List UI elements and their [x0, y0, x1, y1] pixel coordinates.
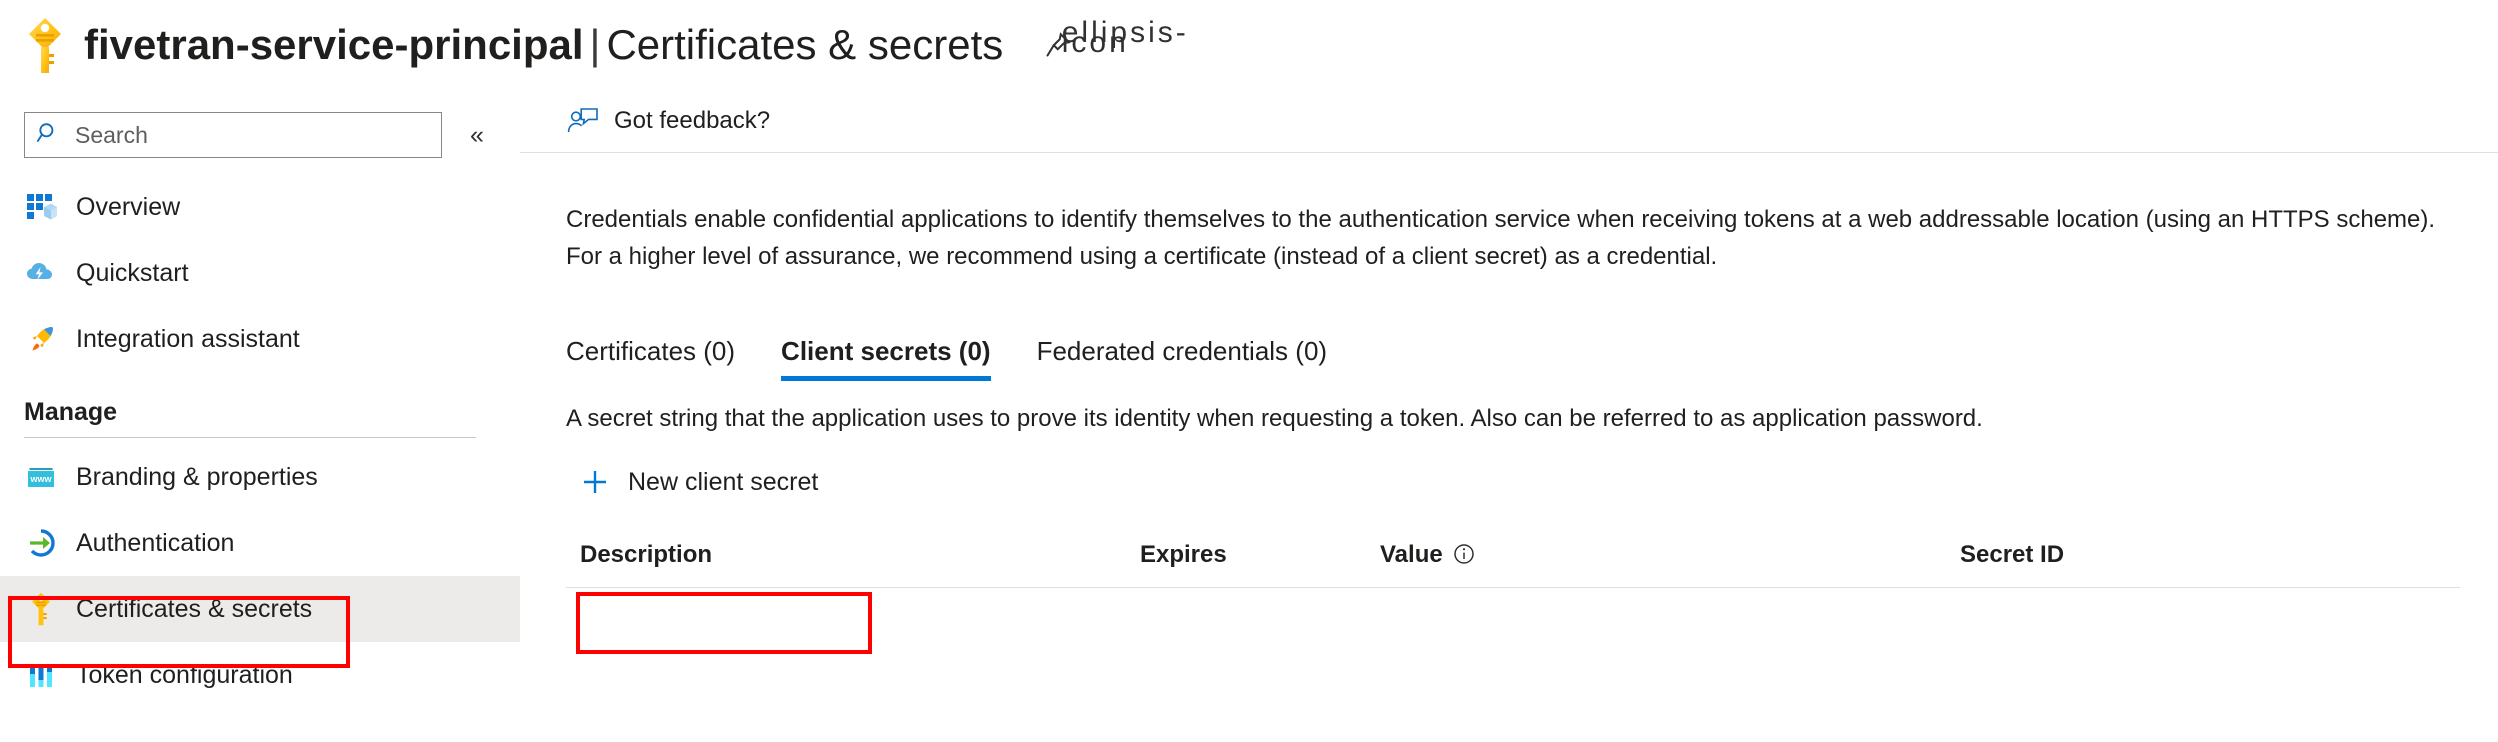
page-title-separator: | — [589, 21, 601, 68]
rocket-icon — [24, 322, 58, 356]
sidebar-item-quickstart[interactable]: Quickstart — [0, 240, 520, 306]
key-icon — [22, 14, 68, 76]
sidebar-item-token-configuration[interactable]: Token configuration — [0, 642, 520, 708]
svg-text:www: www — [29, 474, 52, 484]
search-box[interactable] — [24, 112, 442, 158]
search-input[interactable] — [65, 120, 441, 150]
tab-certificates[interactable]: Certificates (0) — [566, 336, 735, 381]
cloud-lightning-icon — [24, 256, 58, 290]
sidebar-item-label: Integration assistant — [76, 324, 300, 353]
more-options-button[interactable]: ellipsis-icon — [1062, 18, 1186, 69]
command-bar: Got feedback? — [520, 90, 2498, 153]
main-content-panel: Got feedback? Credentials enable confide… — [520, 90, 2498, 742]
page-title-section: Certificates & secrets — [606, 21, 1004, 68]
column-header-expires[interactable]: Expires — [1140, 535, 1380, 588]
sidebar-item-label: Token configuration — [76, 660, 293, 689]
column-header-value[interactable]: Value — [1380, 535, 1960, 588]
sidebar-item-branding-and-properties[interactable]: www Branding & properties — [0, 444, 520, 510]
column-header-value-label: Value — [1380, 541, 1443, 568]
credential-tabs: Certificates (0) Client secrets (0) Fede… — [566, 327, 2498, 381]
sidebar-item-overview[interactable]: Overview — [0, 174, 520, 240]
sidebar-item-label: Branding & properties — [76, 462, 318, 491]
nav-list-manage: www Branding & properties Authentication — [0, 444, 520, 708]
new-client-secret-button[interactable]: New client secret — [580, 461, 818, 503]
person-feedback-icon — [566, 106, 600, 136]
page-title-app-name: fivetran-service-principal — [84, 21, 584, 68]
client-secret-description: A secret string that the application use… — [566, 405, 1983, 432]
sidebar-item-label: Quickstart — [76, 258, 189, 287]
info-icon[interactable] — [1452, 542, 1476, 566]
sidebar-item-label: Authentication — [76, 528, 235, 557]
got-feedback-label: Got feedback? — [614, 107, 771, 134]
sidebar-item-authentication[interactable]: Authentication — [0, 510, 520, 576]
tab-federated-credentials[interactable]: Federated credentials (0) — [1037, 336, 1327, 381]
credentials-intro-text: Credentials enable confidential applicat… — [566, 206, 2436, 270]
page-header: fivetran-service-principal | Certificates … — [0, 0, 2498, 90]
nav-group-title-manage: Manage — [24, 398, 118, 426]
tab-client-secrets[interactable]: Client secrets (0) — [781, 336, 991, 381]
nav-divider — [24, 437, 476, 438]
collapse-panel-button[interactable]: « — [460, 118, 494, 152]
overview-grid-icon — [24, 190, 58, 224]
search-row: « — [0, 90, 520, 158]
authentication-arrow-icon — [24, 526, 58, 560]
column-header-description[interactable]: Description — [566, 535, 1140, 588]
sidebar-item-integration-assistant[interactable]: Integration assistant — [0, 306, 520, 372]
browser-www-icon: www — [24, 460, 58, 494]
sidebar-item-label: Overview — [76, 192, 181, 221]
sidebar-item-label: Certificates & secrets — [76, 594, 313, 623]
search-icon — [35, 120, 65, 150]
token-bars-icon — [24, 658, 58, 692]
column-header-secret-id[interactable]: Secret ID — [1960, 535, 2460, 588]
sidebar-item-certificates-and-secrets[interactable]: Certificates & secrets — [0, 576, 520, 642]
plus-icon — [580, 467, 610, 497]
left-navigation-panel: « Overview — [0, 90, 520, 742]
page-title: fivetran-service-principal | Certificates … — [84, 21, 1003, 69]
new-client-secret-label: New client secret — [628, 467, 819, 496]
key-icon — [24, 592, 58, 626]
nav-list-primary: Overview Quickstart Integration assistan… — [0, 174, 520, 372]
table-header-row: Description Expires Value Secret ID — [566, 535, 2460, 588]
client-secrets-table: Description Expires Value Secret ID — [566, 535, 2460, 588]
got-feedback-button[interactable]: Got feedback? — [566, 100, 770, 142]
